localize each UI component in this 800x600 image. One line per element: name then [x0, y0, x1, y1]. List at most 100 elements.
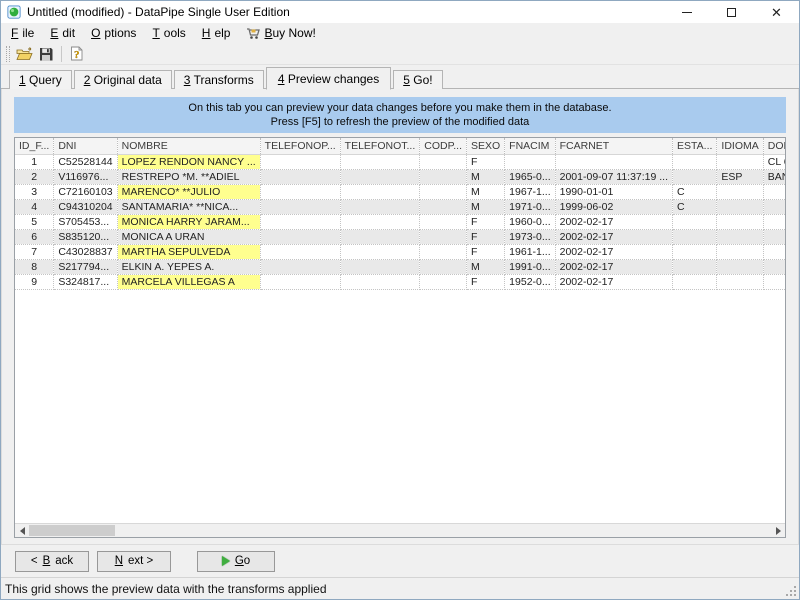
grid-cell[interactable]: [420, 200, 467, 215]
menu-edit[interactable]: Edit: [42, 24, 83, 42]
grid-cell[interactable]: [673, 260, 717, 275]
grid-cell[interactable]: [673, 170, 717, 185]
grid-cell[interactable]: 8: [15, 260, 54, 275]
menu-file[interactable]: File: [3, 24, 42, 42]
grid-cell[interactable]: [260, 245, 340, 260]
column-header[interactable]: DNI: [54, 138, 117, 155]
tab-transforms[interactable]: 3 Transforms: [174, 70, 264, 89]
go-button[interactable]: Go: [197, 551, 275, 572]
grid-cell[interactable]: [505, 155, 555, 170]
grid-cell[interactable]: [673, 155, 717, 170]
grid-cell[interactable]: [260, 215, 340, 230]
table-row[interactable]: 3C72160103MARENCO* **JULIOM1967-1...1990…: [15, 185, 786, 200]
grid-cell[interactable]: RESTREPO *M. **ADIEL: [117, 170, 260, 185]
grid-cell[interactable]: [340, 185, 420, 200]
grid-cell[interactable]: [673, 275, 717, 290]
tab-preview-changes[interactable]: 4 Preview changes: [266, 67, 391, 90]
grid-cell[interactable]: 1991-0...: [505, 260, 555, 275]
menu-buy-now[interactable]: Buy Now!: [238, 24, 323, 42]
grid-cell[interactable]: [340, 260, 420, 275]
grid-cell[interactable]: F: [466, 215, 504, 230]
close-button[interactable]: ✕: [754, 1, 799, 23]
table-row[interactable]: 5S705453...MONICA HARRY JARAM...F1960-0.…: [15, 215, 786, 230]
menu-help[interactable]: Help: [194, 24, 239, 42]
save-button[interactable]: [35, 44, 57, 64]
grid-cell[interactable]: F: [466, 230, 504, 245]
grid-cell[interactable]: [717, 275, 763, 290]
grid-cell[interactable]: 1999-06-02: [555, 200, 672, 215]
grid-cell[interactable]: [340, 230, 420, 245]
grid-cell[interactable]: [260, 155, 340, 170]
grid-cell[interactable]: 6: [15, 230, 54, 245]
grid-cell[interactable]: SANTAMARIA* **NICA...: [117, 200, 260, 215]
grid-cell[interactable]: [420, 155, 467, 170]
scroll-right-button[interactable]: [771, 524, 785, 538]
grid-cell[interactable]: 2002-02-17: [555, 245, 672, 260]
grid-cell[interactable]: CL 68 # 20 D - 31 ...: [763, 155, 786, 170]
grid-cell[interactable]: [763, 275, 786, 290]
maximize-button[interactable]: [709, 1, 754, 23]
table-row[interactable]: 1C52528144LOPEZ RENDON NANCY ...FCL 68 #…: [15, 155, 786, 170]
grid-cell[interactable]: C94310204: [54, 200, 117, 215]
grid-cell[interactable]: [717, 245, 763, 260]
grid-cell[interactable]: [673, 215, 717, 230]
table-row[interactable]: 7C43028837MARTHA SEPULVEDAF1961-1...2002…: [15, 245, 786, 260]
column-header[interactable]: SEXO: [466, 138, 504, 155]
grid-cell[interactable]: F: [466, 275, 504, 290]
table-row[interactable]: 9S324817...MARCELA VILLEGAS AF1952-0...2…: [15, 275, 786, 290]
horizontal-scrollbar[interactable]: [15, 523, 785, 537]
menu-options[interactable]: Options: [83, 24, 144, 42]
grid-cell[interactable]: [763, 215, 786, 230]
back-button[interactable]: < Back: [15, 551, 89, 572]
grid-cell[interactable]: [340, 215, 420, 230]
grid-cell[interactable]: 7: [15, 245, 54, 260]
grid-cell[interactable]: C52528144: [54, 155, 117, 170]
grid-cell[interactable]: C72160103: [54, 185, 117, 200]
grid-cell[interactable]: MONICA A URAN: [117, 230, 260, 245]
grid-cell[interactable]: 2002-02-17: [555, 230, 672, 245]
column-header[interactable]: DOMICILIO: [763, 138, 786, 155]
grid-cell[interactable]: [260, 170, 340, 185]
grid-cell[interactable]: [673, 245, 717, 260]
grid-cell[interactable]: F: [466, 155, 504, 170]
grid-cell[interactable]: [763, 230, 786, 245]
scroll-thumb[interactable]: [29, 525, 115, 536]
column-header[interactable]: NOMBRE: [117, 138, 260, 155]
grid-cell[interactable]: MARTHA SEPULVEDA: [117, 245, 260, 260]
grid-cell[interactable]: 3: [15, 185, 54, 200]
grid-cell[interactable]: [420, 185, 467, 200]
grid-cell[interactable]: MARCELA VILLEGAS A: [117, 275, 260, 290]
grid-cell[interactable]: ELKIN A. YEPES A.: [117, 260, 260, 275]
grid-cell[interactable]: 4: [15, 200, 54, 215]
grid-cell[interactable]: [260, 200, 340, 215]
grid-cell[interactable]: 2002-02-17: [555, 275, 672, 290]
grid-cell[interactable]: S217794...: [54, 260, 117, 275]
grid-cell[interactable]: 1967-1...: [505, 185, 555, 200]
grid-cell[interactable]: [420, 230, 467, 245]
grid-cell[interactable]: 2002-02-17: [555, 215, 672, 230]
grid-cell[interactable]: [763, 200, 786, 215]
grid-cell[interactable]: [763, 245, 786, 260]
grid-cell[interactable]: C: [673, 200, 717, 215]
open-button[interactable]: [13, 44, 35, 64]
grid-cell[interactable]: [673, 230, 717, 245]
grid-cell[interactable]: BANCO AGRARIO: [763, 170, 786, 185]
grid-cell[interactable]: 5: [15, 215, 54, 230]
grid-cell[interactable]: [717, 230, 763, 245]
scroll-left-button[interactable]: [15, 524, 29, 538]
grid-cell[interactable]: 1971-0...: [505, 200, 555, 215]
grid-cell[interactable]: M: [466, 200, 504, 215]
grid-cell[interactable]: 1: [15, 155, 54, 170]
column-header[interactable]: ESTA...: [673, 138, 717, 155]
grid-cell[interactable]: [763, 260, 786, 275]
column-header[interactable]: FCARNET: [555, 138, 672, 155]
grid-cell[interactable]: M: [466, 260, 504, 275]
grid-cell[interactable]: [717, 155, 763, 170]
column-header[interactable]: CODP...: [420, 138, 467, 155]
column-header[interactable]: FNACIM: [505, 138, 555, 155]
grid-cell[interactable]: [260, 230, 340, 245]
table-row[interactable]: 6S835120...MONICA A URANF1973-0...2002-0…: [15, 230, 786, 245]
grid-cell[interactable]: 1965-0...: [505, 170, 555, 185]
column-header[interactable]: TELEFONOT...: [340, 138, 420, 155]
column-header[interactable]: ID_F...: [15, 138, 54, 155]
